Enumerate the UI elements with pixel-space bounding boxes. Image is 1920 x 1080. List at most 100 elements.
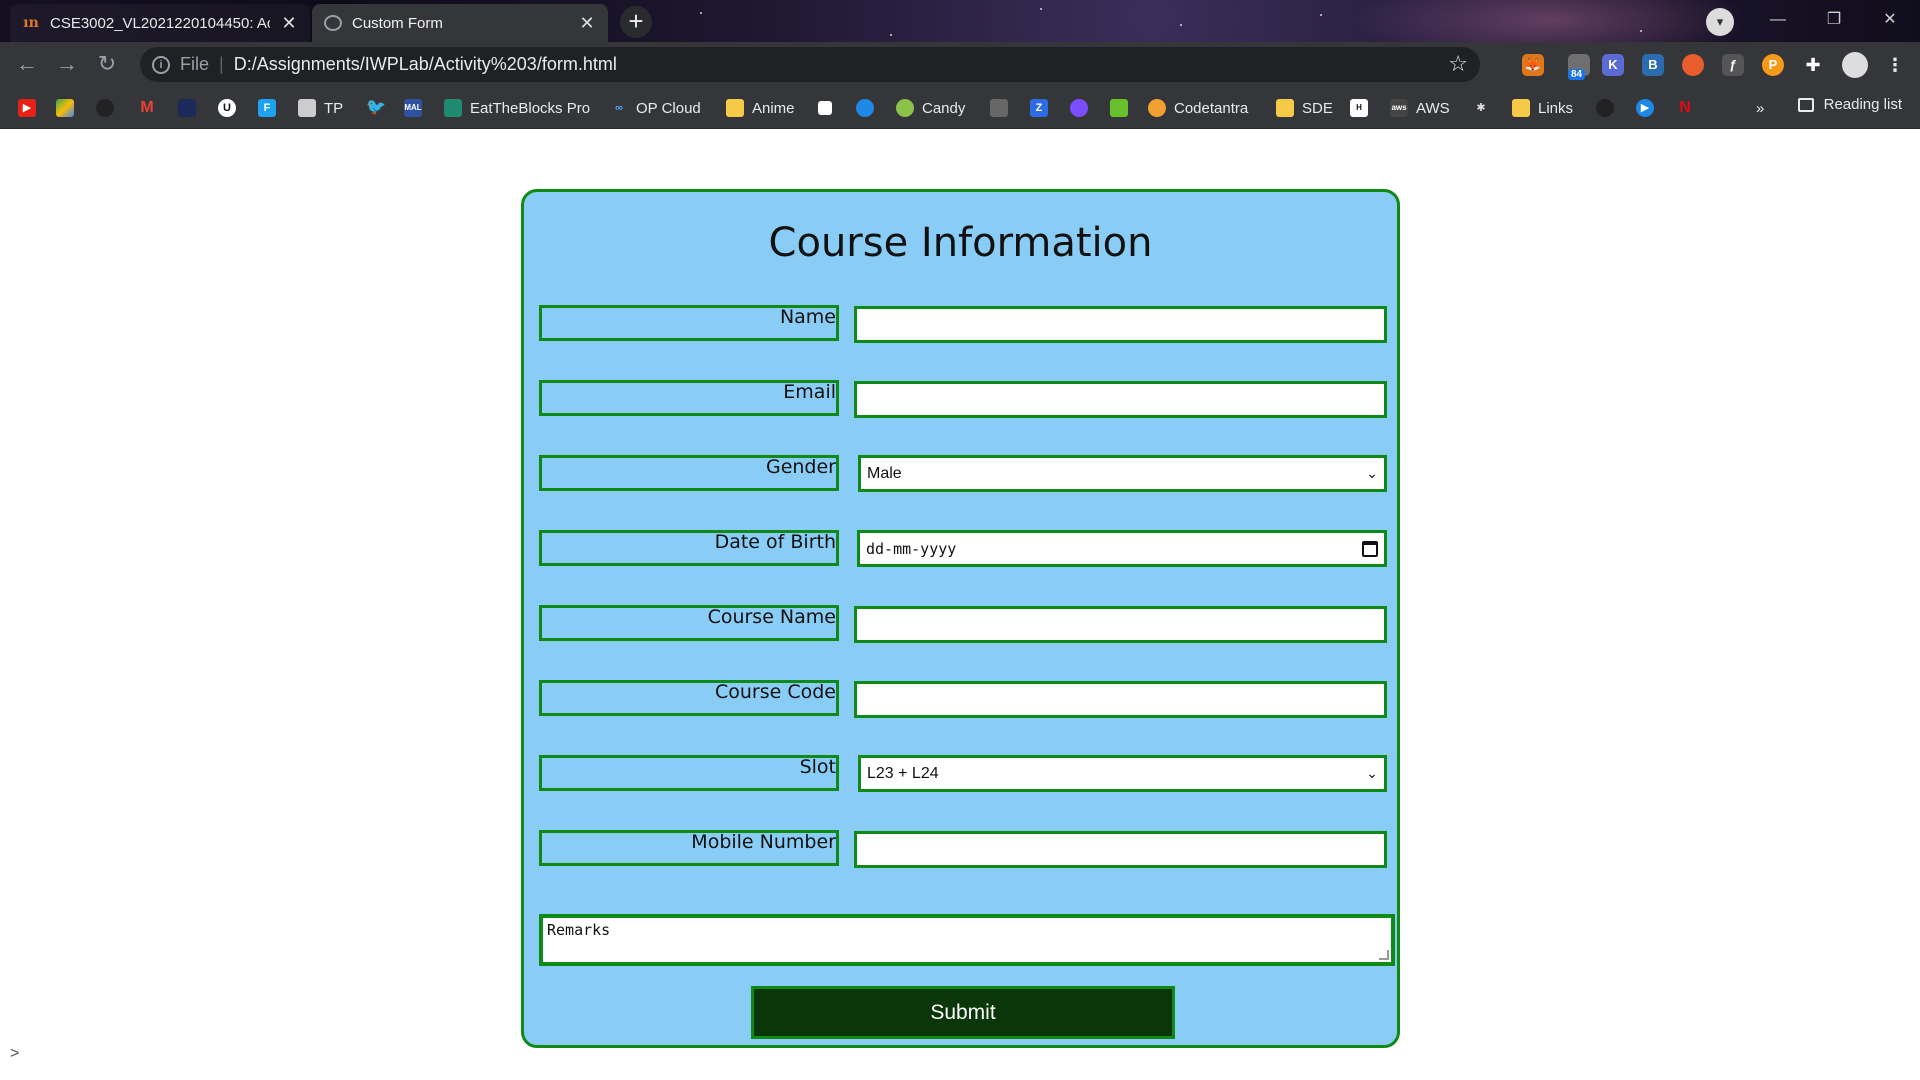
p-extension-icon[interactable]: P [1762, 54, 1784, 76]
star-decoration [1320, 14, 1322, 16]
star-decoration [1040, 8, 1042, 10]
bookmark-dark-circle-icon[interactable] [1596, 96, 1614, 120]
mobile-label: Mobile Number [539, 830, 839, 866]
forward-icon[interactable]: → [52, 50, 82, 80]
email-input[interactable] [854, 381, 1387, 418]
aws-icon: aws [1390, 99, 1408, 117]
tab-strip: ın CSE3002_VL2021220104450: Acti ✕ Custo… [0, 0, 1920, 42]
metamask-icon[interactable]: 🦊 [1522, 54, 1544, 76]
puzzle-icon[interactable]: ✚ [1802, 54, 1824, 76]
course-name-input[interactable] [854, 606, 1387, 643]
bookmark-star-icon[interactable]: ☆ [1448, 51, 1468, 77]
name-input[interactable] [854, 306, 1387, 343]
bookmarks-overflow-button[interactable]: » [1756, 96, 1764, 120]
dob-placeholder: dd-mm-yyyy [866, 539, 957, 558]
browser-toolbar: ← → ↻ i File | D:/Assignments/IWPLab/Act… [0, 42, 1920, 87]
address-separator: | [219, 54, 224, 74]
gmail-icon[interactable]: M [138, 96, 156, 120]
bookmark-codetantra[interactable]: Codetantra [1148, 96, 1248, 120]
menu-kebab-icon[interactable]: ⋮ [1884, 54, 1906, 76]
gear-icon [1148, 99, 1166, 117]
close-window-button[interactable]: ✕ [1862, 0, 1918, 42]
bookmark-candy[interactable]: Candy [896, 96, 965, 120]
honey-extension-icon[interactable] [1682, 54, 1704, 76]
reading-list-icon [1797, 97, 1814, 112]
dob-label: Date of Birth [539, 530, 839, 566]
dob-input[interactable]: dd-mm-yyyy [857, 530, 1387, 567]
calendar-icon[interactable] [1362, 540, 1378, 557]
tab-search-button[interactable]: ▾ [1706, 8, 1734, 36]
infinity-icon: ∞ [615, 102, 623, 114]
bookmark-white-square-icon[interactable]: H [1350, 96, 1368, 120]
bookmark-tp[interactable]: TP [298, 96, 343, 120]
star-decoration [700, 12, 702, 14]
bookmark-links[interactable]: Links [1512, 96, 1573, 120]
bookmark-blue-circle-icon[interactable] [856, 96, 874, 120]
bookmark-dark-icon[interactable] [178, 96, 196, 120]
slot-select[interactable]: L23 + L24 ⌄ [858, 755, 1387, 792]
reading-list-label: Reading list [1823, 96, 1902, 113]
shield-extension-icon[interactable]: B [1642, 54, 1664, 76]
reading-list-button[interactable]: Reading list [1797, 96, 1902, 113]
star-decoration [1640, 30, 1642, 32]
submit-button[interactable]: Submit [751, 986, 1175, 1039]
drive-icon[interactable] [56, 96, 74, 120]
bookmark-blue-icon[interactable]: F [258, 96, 276, 120]
bookmark-sde[interactable]: SDE [1276, 96, 1333, 120]
vit-icon: ın [23, 15, 39, 31]
restore-button[interactable]: ❐ [1806, 0, 1862, 42]
folder-icon [1276, 99, 1294, 117]
github-icon[interactable] [96, 96, 114, 120]
bookmark-op-cloud[interactable]: ∞ OP Cloud [610, 96, 701, 120]
bookmark-eattheblocks[interactable]: EatTheBlocks Pro [444, 96, 590, 120]
globe-icon [324, 15, 342, 31]
chevron-down-icon: ⌄ [1366, 465, 1378, 481]
course-code-input[interactable] [854, 681, 1387, 718]
bookmark-bug-icon[interactable]: ✱ [1472, 96, 1490, 120]
bookmarks-bar: ▶ M U F TP 🐦 MAL EatTheBlocks Pro ∞ OP Cl… [0, 87, 1920, 129]
course-name-label: Course Name [539, 605, 839, 641]
minimize-button[interactable]: — [1750, 0, 1806, 42]
chevron-down-icon: ⌄ [1366, 765, 1378, 781]
bookmark-anime[interactable]: Anime [726, 96, 795, 120]
tab-cse3002[interactable]: ın CSE3002_VL2021220104450: Acti ✕ [10, 4, 310, 42]
reload-icon[interactable]: ↻ [92, 50, 122, 80]
info-icon[interactable]: i [152, 55, 170, 74]
close-icon[interactable]: ✕ [280, 13, 298, 34]
mal-icon[interactable]: MAL [404, 96, 422, 120]
bookmark-circle-icon[interactable]: U [218, 96, 236, 120]
tab-title: Custom Form [352, 14, 443, 32]
name-label: Name [539, 305, 839, 341]
bookmark-green-icon[interactable] [1110, 96, 1128, 120]
course-code-label: Course Code [539, 680, 839, 716]
netflix-icon[interactable]: N [1676, 96, 1694, 120]
new-tab-button[interactable]: + [620, 6, 652, 38]
bookmark-aws[interactable]: aws AWS [1390, 96, 1450, 120]
remarks-text: Remarks [547, 921, 611, 939]
bookmark-purple-icon[interactable] [1070, 96, 1088, 120]
bookmark-gray-icon[interactable] [990, 96, 1008, 120]
twitter-icon[interactable]: 🐦 [366, 96, 386, 120]
gender-selected-value: Male [867, 464, 902, 482]
remarks-textarea[interactable]: Remarks [539, 914, 1395, 966]
folder-icon [1512, 99, 1530, 117]
avatar[interactable] [1842, 52, 1868, 78]
feather-extension-icon[interactable]: ƒ [1722, 54, 1744, 76]
address-url[interactable]: D:/Assignments/IWPLab/Activity%203/form.… [234, 54, 617, 75]
candy-icon [896, 99, 914, 117]
gender-select[interactable]: Male ⌄ [858, 455, 1387, 492]
address-bar[interactable]: i File | D:/Assignments/IWPLab/Activity%… [140, 47, 1480, 82]
tab-custom-form[interactable]: Custom Form ✕ [312, 4, 608, 42]
resize-handle-icon[interactable] [1379, 950, 1389, 960]
bookmark-z-icon[interactable]: Z [1030, 96, 1048, 120]
k-extension-icon[interactable]: K [1602, 54, 1624, 76]
tab-title: CSE3002_VL2021220104450: Acti [50, 14, 270, 32]
course-form: Course Information Name Email Gender Mal… [521, 189, 1400, 1048]
close-icon[interactable]: ✕ [578, 13, 596, 34]
bookmark-play-icon[interactable]: ▶ [1636, 96, 1654, 120]
youtube-icon[interactable]: ▶ [18, 96, 36, 120]
extension-badge: 84 [1568, 69, 1586, 80]
mobile-input[interactable] [854, 831, 1387, 868]
back-icon[interactable]: ← [12, 50, 42, 80]
bookmark-white-icon[interactable] [818, 96, 832, 120]
